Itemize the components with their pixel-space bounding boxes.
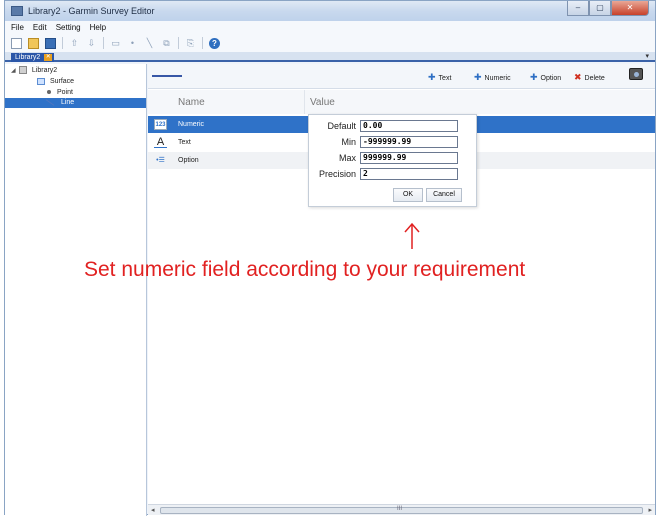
feature-editor-panel: ✚ Text ✚ Numeric ✚ Option ✖ Delete Name Valu…	[148, 64, 655, 504]
column-divider[interactable]	[304, 90, 305, 114]
field-name: Option	[178, 157, 199, 164]
line-style-preview[interactable]	[152, 75, 182, 77]
title-bar: Library2 - Garmin Survey Editor – ▢ ✕	[5, 1, 655, 21]
document-tab-strip: Library2 ✕ ▾	[5, 52, 655, 62]
numeric-settings-popup: Default 0.00 Min -999999.99 Max 999999.9…	[308, 114, 477, 207]
collapse-icon[interactable]: ◢	[11, 66, 17, 76]
tree-item-point[interactable]: Point	[47, 88, 73, 98]
toolbar-divider	[62, 37, 63, 49]
main-toolbar: ⇧ ⇩ ▭ • ╲ ⧉ ⎘ ?	[5, 34, 655, 52]
copy-icon[interactable]: ⧉	[161, 38, 172, 49]
field-grid-header: Name Value	[148, 90, 655, 114]
add-option-button[interactable]: ✚ Option	[530, 72, 561, 82]
scroll-left-icon[interactable]: ◂	[151, 506, 155, 514]
min-label: Min	[341, 137, 356, 147]
scrollbar-grip: III	[397, 506, 403, 512]
app-icon	[11, 6, 23, 16]
menu-setting[interactable]: Setting	[56, 23, 81, 32]
annotation-arrow-icon	[404, 222, 420, 249]
tree-item-label: Point	[56, 89, 73, 96]
menu-help[interactable]: Help	[90, 23, 106, 32]
surface-icon	[37, 77, 45, 85]
menu-edit[interactable]: Edit	[33, 23, 47, 32]
add-numeric-button[interactable]: ✚ Numeric	[474, 72, 511, 82]
line-icon	[45, 98, 55, 106]
new-icon[interactable]	[11, 37, 22, 49]
tree-item-label: Library2	[31, 67, 58, 74]
field-name: Numeric	[178, 121, 205, 128]
tab-label: Library2	[15, 54, 41, 61]
min-row: Min -999999.99	[309, 136, 476, 149]
toolbar-divider	[103, 37, 104, 49]
add-surface-icon[interactable]: ▭	[110, 38, 121, 49]
add-icon: ✚	[530, 72, 538, 82]
point-icon	[47, 90, 51, 95]
library-tree: ◢ Library2 Surface Point Line	[5, 64, 147, 516]
maximize-button[interactable]: ▢	[589, 1, 611, 16]
field-toolbar: ✚ Text ✚ Numeric ✚ Option ✖ Delete	[148, 64, 655, 89]
tree-item-label: Surface	[49, 78, 75, 85]
add-icon: ✚	[428, 72, 436, 82]
annotation-text: Set numeric field according to your requ…	[84, 258, 526, 281]
tree-item-line[interactable]: Line	[5, 98, 146, 108]
toolbar-divider	[202, 37, 203, 49]
min-input[interactable]: -999999.99	[360, 136, 458, 148]
numeric-field-icon: 123	[154, 119, 167, 130]
precision-label: Precision	[318, 169, 356, 179]
scrollbar-thumb[interactable]: III	[160, 506, 643, 514]
text-field-icon: A	[154, 137, 167, 148]
menu-file[interactable]: File	[11, 23, 24, 32]
minimize-button[interactable]: –	[567, 1, 589, 16]
default-input[interactable]: 0.00	[360, 120, 458, 132]
move-down-icon[interactable]: ⇩	[86, 38, 97, 49]
delete-icon: ✖	[574, 72, 582, 82]
column-header-value[interactable]: Value	[310, 97, 335, 108]
ok-button[interactable]: OK	[393, 188, 423, 202]
tree-item-surface[interactable]: Surface	[37, 77, 74, 87]
cancel-button[interactable]: Cancel	[426, 188, 462, 202]
window-title: Library2 - Garmin Survey Editor	[28, 6, 155, 16]
add-line-icon[interactable]: ╲	[144, 38, 155, 49]
field-name: Text	[178, 139, 191, 146]
precision-row: Precision 2	[309, 168, 476, 181]
paste-icon[interactable]: ⎘	[185, 38, 196, 49]
max-input[interactable]: 999999.99	[360, 152, 458, 164]
max-row: Max 999999.99	[309, 152, 476, 165]
tab-library2[interactable]: Library2 ✕	[11, 53, 55, 62]
tree-item-label: Line	[60, 99, 75, 106]
tab-list-dropdown[interactable]: ▾	[645, 52, 649, 60]
camera-icon[interactable]	[629, 68, 643, 80]
horizontal-scrollbar[interactable]: ◂ III ▸	[148, 504, 655, 515]
default-label: Default	[327, 121, 356, 131]
close-button[interactable]: ✕	[611, 1, 649, 16]
add-text-button[interactable]: ✚ Text	[428, 72, 451, 82]
tab-close-icon[interactable]: ✕	[44, 54, 53, 61]
scroll-right-icon[interactable]: ▸	[648, 506, 652, 514]
menu-bar: File Edit Setting Help	[5, 21, 655, 34]
max-label: Max	[338, 153, 356, 163]
open-icon[interactable]	[28, 37, 39, 49]
move-up-icon[interactable]: ⇧	[69, 38, 80, 49]
save-icon[interactable]	[45, 37, 56, 49]
option-field-icon: •☰	[156, 157, 165, 164]
tree-item-library2[interactable]: ◢ Library2	[11, 66, 57, 76]
help-icon[interactable]: ?	[209, 37, 220, 49]
default-row: Default 0.00	[309, 120, 476, 133]
window-controls: – ▢ ✕	[567, 1, 649, 17]
library-icon	[18, 66, 27, 75]
add-point-icon[interactable]: •	[127, 38, 138, 49]
column-header-name[interactable]: Name	[178, 97, 205, 108]
delete-button[interactable]: ✖ Delete	[574, 72, 605, 82]
toolbar-divider	[178, 37, 179, 49]
add-icon: ✚	[474, 72, 482, 82]
precision-input[interactable]: 2	[360, 168, 458, 180]
